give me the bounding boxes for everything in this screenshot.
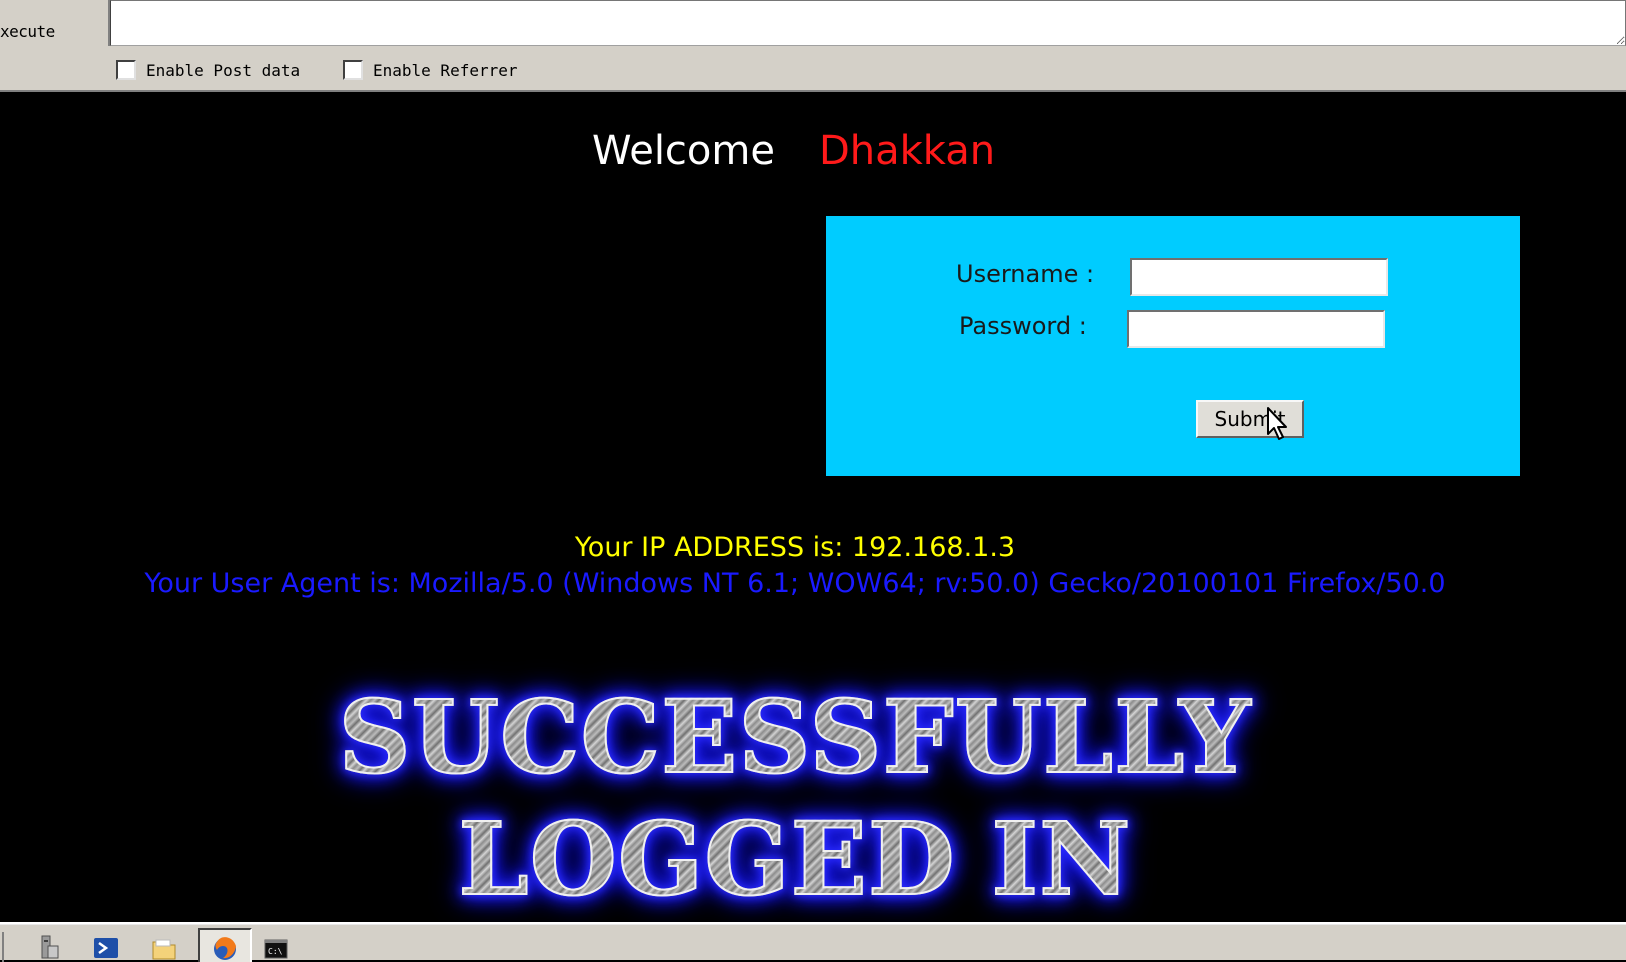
taskbar-separator — [2, 932, 4, 962]
password-label: Password : — [959, 312, 1087, 340]
server-manager-icon[interactable] — [34, 932, 62, 962]
password-input[interactable] — [1127, 310, 1385, 348]
cmd-icon[interactable]: C:\ — [262, 932, 290, 962]
enable-post-data-option[interactable]: Enable Post data — [116, 60, 300, 80]
welcome-heading: Welcome Dhakkan — [592, 128, 995, 174]
username-label: Username : — [956, 260, 1095, 288]
execute-label: xecute — [0, 22, 55, 41]
username-input[interactable] — [1130, 258, 1388, 296]
user-name: Dhakkan — [818, 128, 996, 174]
banner-line-1: SUCCESSFULLY — [338, 677, 1252, 797]
welcome-text: Welcome — [592, 128, 775, 174]
ip-address-text: Your IP ADDRESS is: 192.168.1.3 — [574, 532, 1016, 563]
banner-line-2: LOGGED IN — [457, 799, 1132, 919]
enable-post-data-label: Enable Post data — [146, 60, 301, 80]
enable-referrer-label: Enable Referrer — [373, 60, 518, 80]
enable-referrer-checkbox[interactable] — [343, 60, 363, 80]
success-banner: SUCCESSFULLY LOGGED IN — [0, 676, 1590, 920]
firefox-icon[interactable] — [211, 932, 239, 962]
windows-taskbar: C:\ — [0, 922, 1626, 962]
folder-icon[interactable] — [150, 932, 178, 962]
enable-post-data-checkbox[interactable] — [116, 60, 136, 80]
hackbar-toolbar: xecute Enable Post data Enable Referrer — [0, 0, 1626, 92]
enable-referrer-option[interactable]: Enable Referrer — [343, 60, 518, 80]
url-input[interactable] — [110, 0, 1626, 46]
execute-button[interactable]: xecute — [0, 22, 55, 41]
mouse-cursor-icon — [1267, 407, 1287, 440]
powershell-icon[interactable] — [92, 932, 120, 962]
login-form: Username : Password : Submit — [826, 216, 1520, 476]
user-agent-text: Your User Agent is: Mozilla/5.0 (Windows… — [144, 568, 1446, 599]
svg-text:C:\: C:\ — [268, 947, 283, 956]
